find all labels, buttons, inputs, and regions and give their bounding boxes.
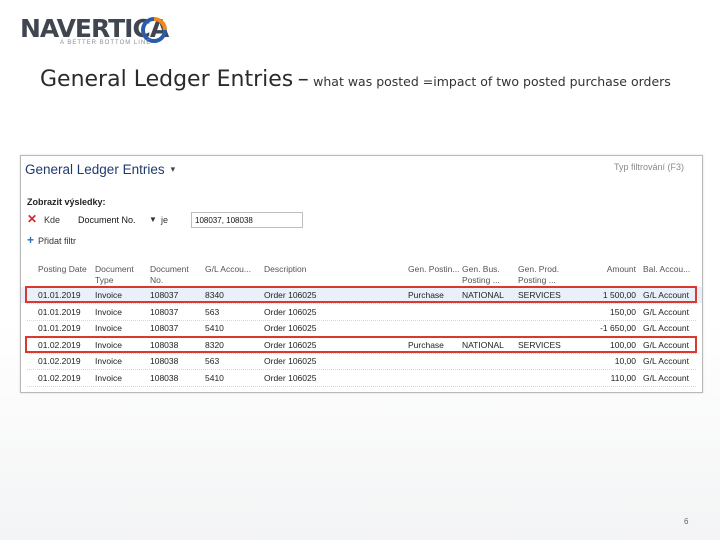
cell-doc-type: Invoice [95, 323, 122, 333]
chevron-down-icon[interactable]: ▾ [171, 164, 176, 174]
cell-description: Order 106025 [264, 323, 317, 333]
cell-bal-account: G/L Account [643, 323, 689, 333]
filter-where-label: Kde [44, 215, 61, 225]
add-filter-button[interactable]: + Přidat filtr [27, 233, 76, 247]
cell-description: Order 106025 [264, 372, 317, 383]
cell-date: 01.01.2019 [38, 290, 81, 300]
remove-filter-icon[interactable]: ✕ [27, 212, 37, 226]
cell-gl-account[interactable]: 5410 [205, 373, 224, 383]
cell-gen-bus: NATIONAL [462, 290, 504, 300]
cell-gen-posting: Purchase [408, 290, 444, 300]
gl-entries-window: General Ledger Entries ▾ Typ filtrování (… [20, 155, 703, 393]
cell-doc-no[interactable]: 108037 [150, 290, 178, 300]
cell-date: 01.02.2019 [38, 356, 81, 366]
table-row[interactable]: 01.01.2019 Invoice 108037 563 Order 106025 15… [21, 304, 702, 321]
add-filter-label: Přidat filtr [38, 236, 77, 246]
cell-amount: 1 500,00 [602, 290, 636, 300]
navertica-logo: NAVERTICA A BETTER BOTTOM LINE [20, 14, 170, 48]
cell-description: Order 106025 [264, 339, 317, 350]
cell-doc-no[interactable]: 108037 [150, 307, 178, 317]
cell-description: Order 106025 [264, 306, 317, 317]
show-results-label: Zobrazit výsledky: [27, 197, 106, 207]
page-title-label: General Ledger Entries [25, 162, 165, 177]
row-divider [27, 385, 696, 387]
cell-bal-account: G/L Account [643, 306, 689, 317]
logo-tagline: A BETTER BOTTOM LINE [60, 40, 152, 46]
column-header-gen-posting[interactable]: Gen. Postin... [408, 264, 460, 275]
cell-date: 01.02.2019 [38, 372, 81, 383]
cell-gen-bus: NATIONAL [462, 339, 504, 350]
title-subtitle: what was posted =impact of two posted pu… [313, 74, 671, 89]
cell-doc-type: Invoice [95, 306, 122, 317]
filter-type-hint[interactable]: Typ filtrování (F3) [614, 162, 684, 172]
page-number: 6 [684, 517, 689, 526]
cell-doc-type: Invoice [95, 290, 122, 300]
cell-bal-account: G/L Account [643, 290, 689, 300]
cell-doc-type: Invoice [95, 339, 122, 350]
cell-amount: 150,00 [610, 306, 636, 317]
filter-value-input[interactable]: 108037, 108038 [191, 212, 303, 228]
cell-gen-prod: SERVICES [518, 290, 561, 300]
column-header-date[interactable]: Posting Date [38, 264, 90, 275]
cell-date: 01.01.2019 [38, 323, 81, 333]
filter-field-select[interactable]: Document No. [78, 215, 136, 225]
cell-amount: 110,00 [610, 372, 636, 383]
cell-gen-posting: Purchase [408, 339, 444, 350]
title-dash: – [297, 67, 309, 92]
cell-doc-no[interactable]: 108038 [150, 340, 178, 350]
cell-bal-account: G/L Account [643, 372, 689, 383]
table-row[interactable]: 01.02.2019 Invoice 108038 8320 Order 106025 P… [21, 337, 702, 354]
table-row[interactable]: 01.01.2019 Invoice 108037 8340 Order 106025 P… [21, 287, 702, 304]
cell-gl-account[interactable]: 5410 [205, 323, 224, 333]
table-row[interactable]: 01.01.2019 Invoice 108037 5410 Order 106025 -… [21, 320, 702, 337]
cell-doc-no[interactable]: 108037 [150, 323, 178, 333]
chevron-down-icon[interactable]: ▼ [149, 215, 157, 224]
column-header-gen-prod[interactable]: Gen. Prod. Posting ... [518, 264, 570, 286]
table-row[interactable]: 01.02.2019 Invoice 108038 5410 Order 106025 1… [21, 370, 702, 387]
cell-amount: 10,00 [614, 356, 636, 366]
plus-icon: + [27, 233, 35, 247]
slide-title: General Ledger Entries – what was posted… [40, 64, 690, 98]
column-header-gl-account[interactable]: G/L Accou... [205, 264, 257, 275]
title-main: General Ledger Entries [40, 67, 294, 92]
table-row[interactable]: 01.02.2019 Invoice 108038 563 Order 106025 10… [21, 353, 702, 370]
page-title[interactable]: General Ledger Entries ▾ [25, 162, 175, 177]
column-header-gen-bus[interactable]: Gen. Bus. Posting ... [462, 264, 514, 286]
cell-bal-account: G/L Account [643, 339, 689, 350]
cell-amount: 100,00 [610, 339, 636, 350]
filter-operator-label: je [161, 215, 169, 225]
cell-gl-account[interactable]: 563 [205, 356, 219, 366]
column-header-amount[interactable]: Amount [571, 264, 636, 275]
cell-gen-prod: SERVICES [518, 339, 561, 350]
column-header-description[interactable]: Description [264, 264, 307, 275]
cell-description: Order 106025 [264, 356, 317, 366]
cell-gl-account[interactable]: 8340 [205, 290, 224, 300]
column-header-doc-type[interactable]: Document Type [95, 264, 147, 286]
cell-amount: -1 650,00 [600, 323, 636, 333]
cell-bal-account: G/L Account [643, 356, 689, 366]
filter-row: ✕ Kde Document No. ▼ je 108037, 108038 [27, 212, 317, 229]
cell-doc-no[interactable]: 108038 [150, 356, 178, 366]
cell-date: 01.01.2019 [38, 306, 81, 317]
cell-date: 01.02.2019 [38, 339, 81, 350]
cell-description: Order 106025 [264, 290, 317, 300]
column-header-doc-no[interactable]: Document No. [150, 264, 202, 286]
cell-gl-account[interactable]: 563 [205, 307, 219, 317]
cell-doc-type: Invoice [95, 356, 122, 366]
column-header-bal-account[interactable]: Bal. Accou... [643, 264, 695, 275]
cell-gl-account[interactable]: 8320 [205, 340, 224, 350]
cell-doc-type: Invoice [95, 372, 122, 383]
cell-doc-no[interactable]: 108038 [150, 373, 178, 383]
